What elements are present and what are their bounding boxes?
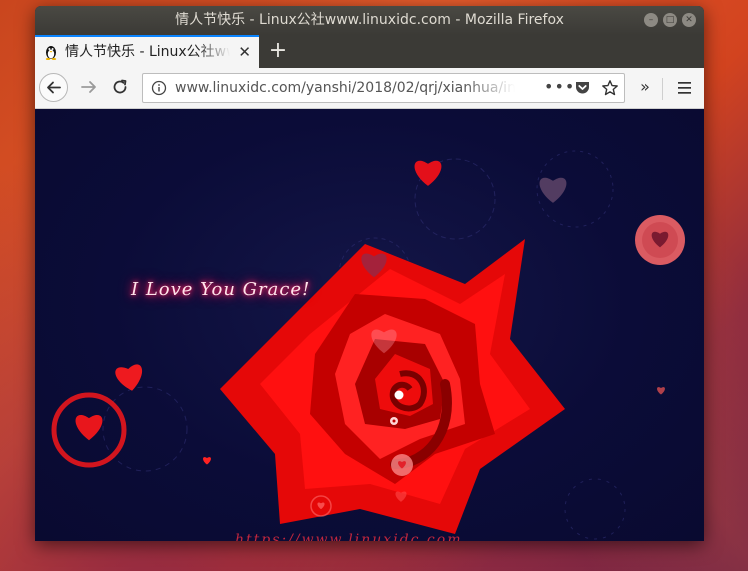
url-bar[interactable]: www.linuxidc.com/yanshi/2018/02/qrj/xian… bbox=[142, 73, 625, 103]
forward-button[interactable] bbox=[77, 75, 101, 99]
minimize-icon: – bbox=[648, 15, 654, 25]
window-titlebar[interactable]: 情人节快乐 - Linux公社www.linuxidc.com - Mozill… bbox=[35, 6, 704, 35]
heart-icon bbox=[75, 415, 103, 441]
penguin-favicon-icon bbox=[45, 46, 57, 60]
url-input[interactable]: www.linuxidc.com/yanshi/2018/02/qrj/xian… bbox=[175, 74, 515, 102]
hamburger-menu-icon[interactable] bbox=[676, 78, 694, 98]
toolbar-overflow-button[interactable]: » bbox=[636, 77, 654, 97]
navigation-toolbar: www.linuxidc.com/yanshi/2018/02/qrj/xian… bbox=[35, 68, 704, 109]
footer-link[interactable]: https://www.linuxidc.com bbox=[235, 532, 462, 541]
close-window-button[interactable]: ✕ bbox=[682, 13, 696, 27]
tab-label: 情人节快乐 - Linux公社www.linuxidc.com bbox=[65, 44, 230, 60]
heart-icon bbox=[203, 457, 211, 465]
heart-icon bbox=[657, 387, 665, 395]
web-page-canvas[interactable]: I Love You Grace! https://www.linuxidc.c… bbox=[35, 109, 704, 541]
tab-active[interactable]: 情人节快乐 - Linux公社www.linuxidc.com ✕ bbox=[35, 35, 259, 68]
toolbar-separator bbox=[662, 78, 663, 100]
valentine-animation bbox=[51, 150, 685, 540]
bookmark-star-icon[interactable] bbox=[601, 79, 619, 97]
tab-strip: 情人节快乐 - Linux公社www.linuxidc.com ✕ + bbox=[35, 35, 704, 68]
reload-button[interactable] bbox=[108, 75, 132, 99]
pocket-icon[interactable] bbox=[574, 80, 591, 96]
sparkle-dot bbox=[394, 390, 404, 400]
heart-icon bbox=[539, 177, 567, 203]
maximize-button[interactable]: □ bbox=[663, 13, 677, 27]
page-actions-button[interactable]: ••• bbox=[544, 74, 575, 102]
maximize-icon: □ bbox=[665, 15, 675, 25]
window-title: 情人节快乐 - Linux公社www.linuxidc.com - Mozill… bbox=[175, 12, 564, 28]
reload-icon bbox=[113, 79, 127, 94]
heart-icon bbox=[114, 363, 146, 394]
bubble-heart bbox=[391, 454, 413, 476]
close-icon: ✕ bbox=[685, 15, 693, 25]
back-button[interactable] bbox=[39, 73, 68, 102]
tab-close-icon[interactable]: ✕ bbox=[238, 37, 251, 68]
forward-arrow-icon bbox=[81, 81, 96, 93]
love-message: I Love You Grace! bbox=[131, 279, 311, 300]
minimize-button[interactable]: – bbox=[644, 13, 658, 27]
window-controls: – □ ✕ bbox=[639, 13, 696, 28]
back-arrow-icon bbox=[47, 81, 61, 94]
new-tab-button[interactable]: + bbox=[266, 35, 290, 68]
heart-ring-left bbox=[51, 392, 127, 468]
heart-icon bbox=[414, 160, 442, 186]
sparkle-dot bbox=[392, 419, 396, 423]
firefox-window: 情人节快乐 - Linux公社www.linuxidc.com - Mozill… bbox=[35, 6, 704, 541]
info-icon[interactable] bbox=[151, 80, 167, 96]
heart-ring-right bbox=[635, 215, 685, 265]
